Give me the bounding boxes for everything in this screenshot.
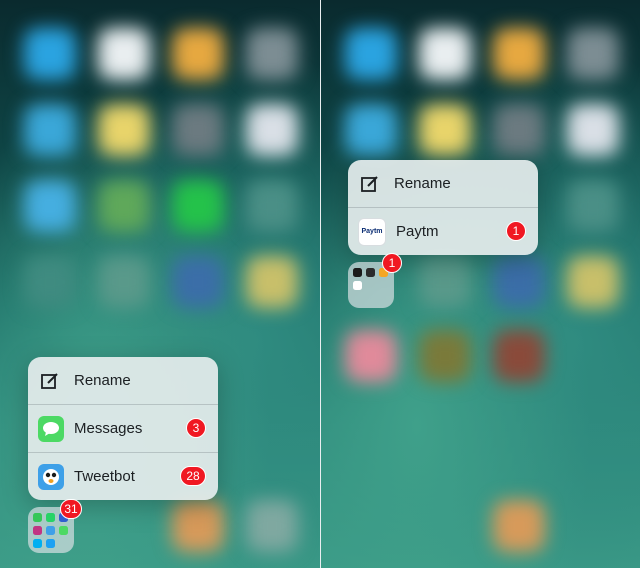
paytm-badge: 1 — [506, 221, 526, 241]
blurred-app-icon — [172, 104, 224, 156]
blurred-app-icon — [493, 28, 545, 80]
tweetbot-shortcut[interactable]: Tweetbot 28 — [28, 453, 218, 500]
instagram-mini-icon — [33, 526, 42, 535]
tweetbot-badge: 28 — [180, 466, 206, 486]
phone-mini-icon — [33, 513, 42, 522]
folder-badge: 1 — [382, 253, 402, 273]
messages-shortcut[interactable]: Messages 3 — [28, 405, 218, 453]
blurred-app-icon — [24, 104, 76, 156]
folder-badge: 31 — [60, 499, 82, 519]
blurred-app-icon — [419, 330, 471, 382]
tweetbot-app-icon — [38, 463, 64, 490]
blurred-app-icon — [24, 256, 76, 308]
skype-mini-icon — [33, 539, 42, 548]
paytm-logo-text: Paytm — [361, 228, 383, 235]
paytm-app-icon: Paytm — [358, 217, 386, 246]
rename-label: Rename — [74, 372, 131, 389]
messages-mini-icon — [59, 526, 68, 535]
tweetbot-bird-icon — [43, 468, 59, 485]
blurred-app-icon — [246, 256, 298, 308]
blurred-app-icon — [246, 104, 298, 156]
blurred-app-icon — [419, 256, 471, 308]
blurred-app-icon — [567, 28, 619, 80]
rename-action[interactable]: Rename — [28, 357, 218, 405]
blurred-app-icon — [98, 180, 150, 232]
blurred-dock-icon — [246, 500, 298, 552]
blurred-app-icon — [567, 256, 619, 308]
blurred-app-icon — [345, 104, 397, 156]
blurred-app-icon — [172, 180, 224, 232]
blurred-app-icon — [98, 256, 150, 308]
blurred-app-icon — [172, 28, 224, 80]
blurred-app-icon — [246, 28, 298, 80]
folder-quick-action-menu: Rename Paytm Paytm 1 — [348, 160, 538, 255]
paytm-mini-icon — [353, 281, 362, 290]
blurred-app-icon — [98, 28, 150, 80]
blurred-app-icon — [24, 180, 76, 232]
rename-icon — [41, 372, 58, 389]
blurred-app-icon — [98, 104, 150, 156]
blurred-app-icon — [345, 330, 397, 382]
twitter-mini-icon — [46, 539, 55, 548]
blurred-app-icon — [419, 104, 471, 156]
messages-app-icon — [38, 415, 64, 442]
rename-action[interactable]: Rename — [348, 160, 538, 208]
tweetbot-mini-icon — [46, 526, 55, 535]
right-home-screen: Rename Paytm Paytm 1 1 — [321, 0, 640, 568]
mini-app-icon — [366, 268, 375, 277]
blurred-app-icon — [172, 256, 224, 308]
rename-label: Rename — [394, 175, 451, 192]
mini-app-icon — [353, 268, 362, 277]
blurred-dock-icon — [172, 500, 224, 552]
paytm-shortcut[interactable]: Paytm Paytm 1 — [348, 208, 538, 255]
blurred-app-icon — [419, 28, 471, 80]
blurred-app-icon — [567, 104, 619, 156]
blurred-app-icon — [493, 104, 545, 156]
rename-icon — [361, 175, 378, 192]
left-home-screen: Rename Messages 3 Tweetbot 28 31 — [0, 0, 320, 568]
blurred-app-icon — [493, 256, 545, 308]
blurred-dock-icon — [493, 500, 545, 552]
blurred-app-icon — [567, 180, 619, 232]
speech-bubble-icon — [43, 421, 59, 436]
blurred-app-icon — [246, 180, 298, 232]
paytm-label: Paytm — [396, 223, 439, 240]
folder-quick-action-menu: Rename Messages 3 Tweetbot 28 — [28, 357, 218, 500]
messages-label: Messages — [74, 420, 143, 437]
messages-badge: 3 — [186, 418, 206, 438]
tweetbot-label: Tweetbot — [74, 468, 135, 485]
whatsapp-mini-icon — [46, 513, 55, 522]
blurred-app-icon — [24, 28, 76, 80]
blurred-app-icon — [345, 28, 397, 80]
blurred-app-icon — [493, 330, 545, 382]
